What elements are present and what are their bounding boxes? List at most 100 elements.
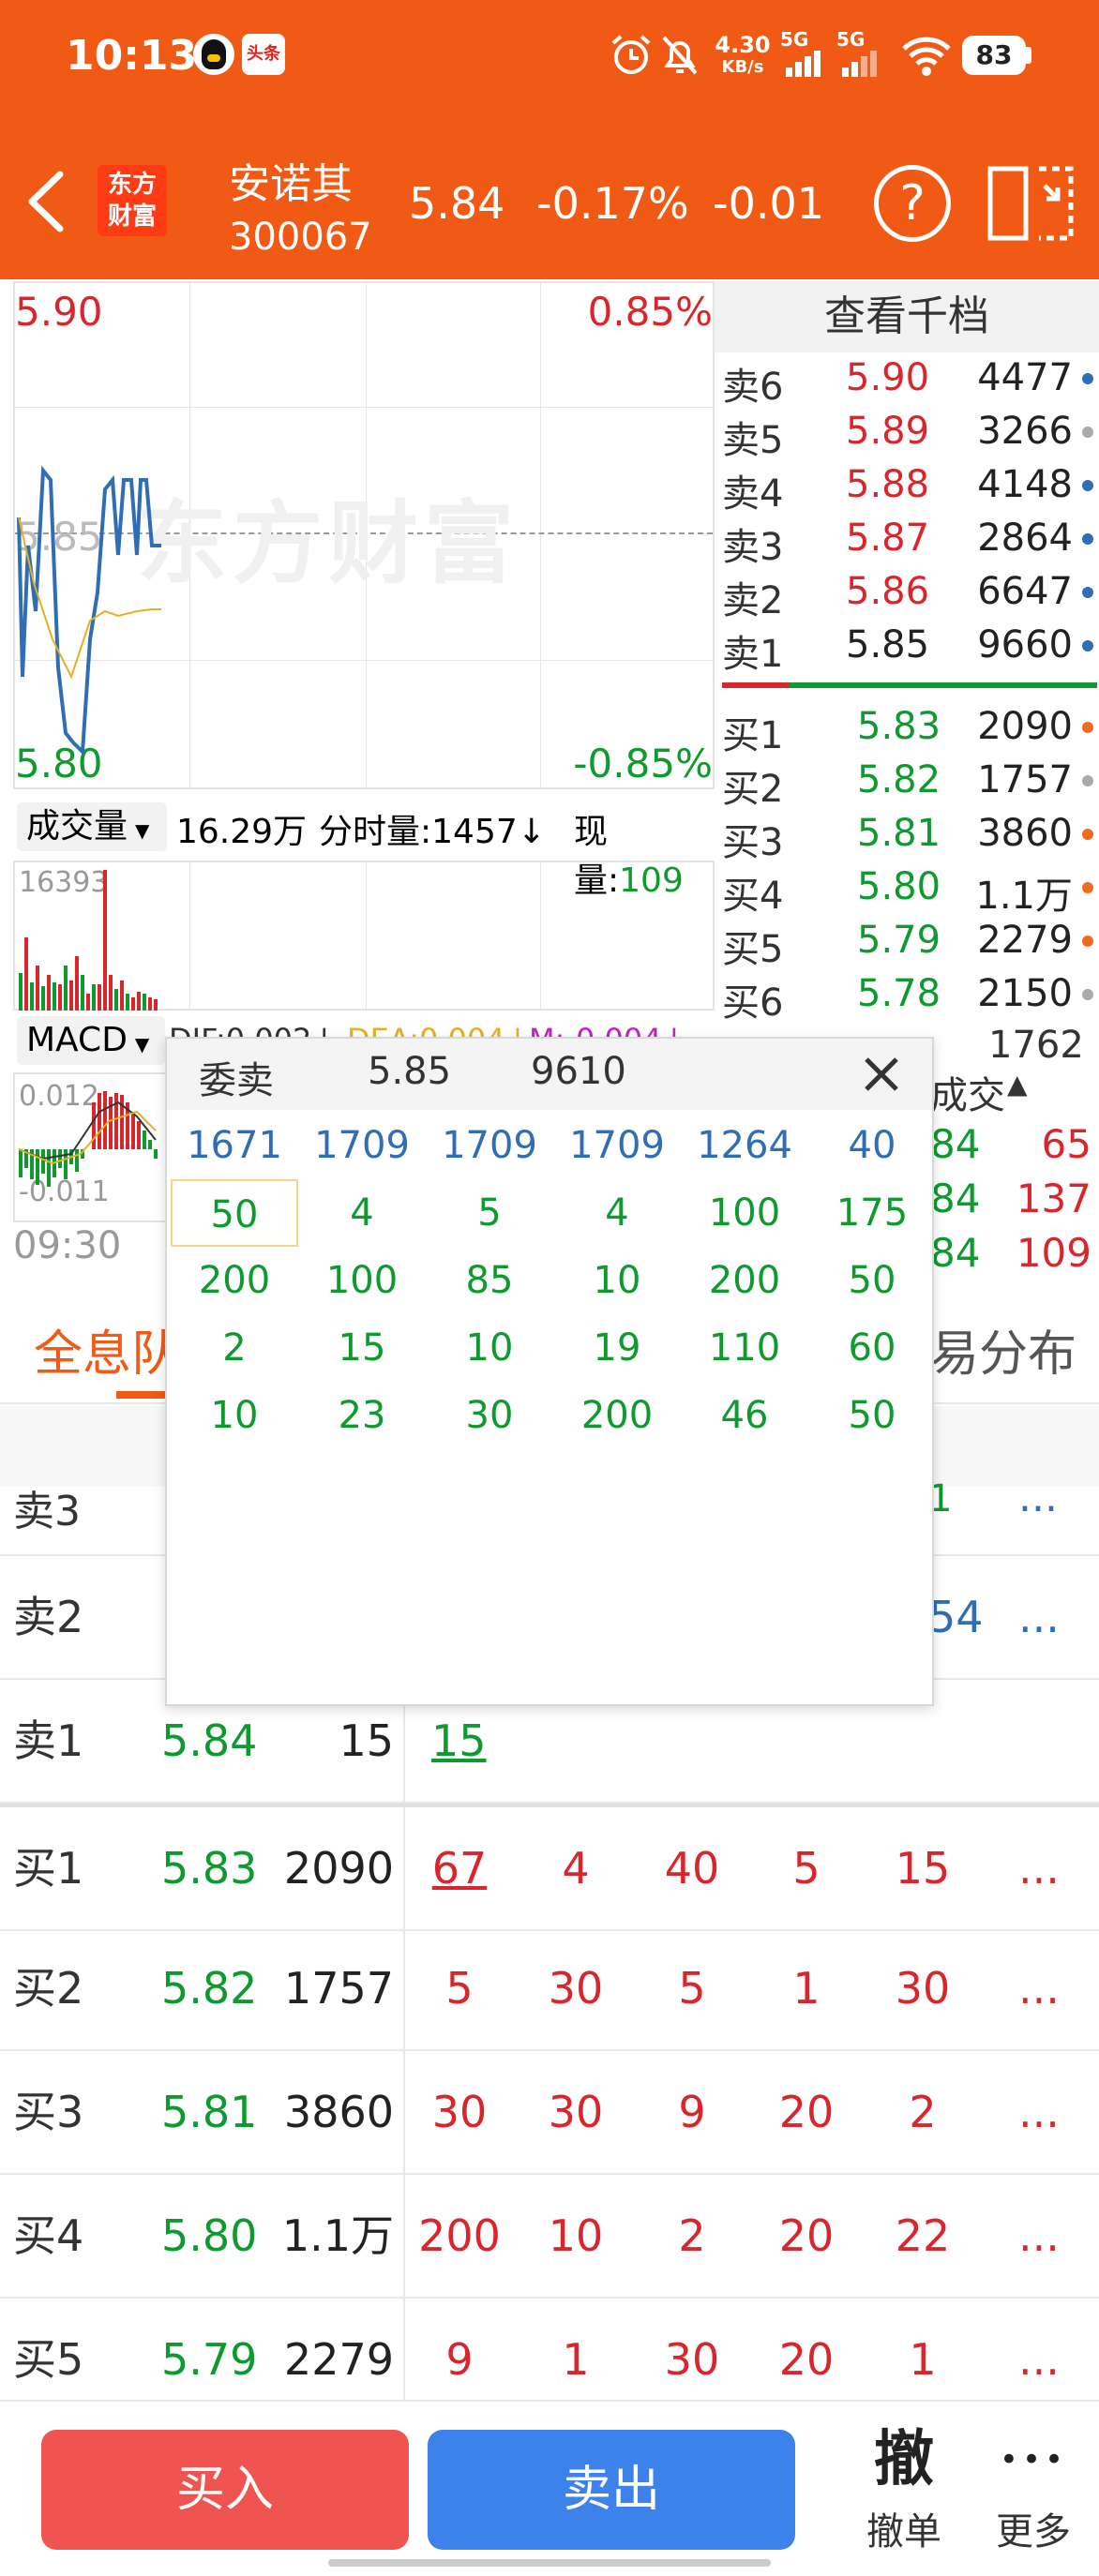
popup-order-cell[interactable]: 50: [171, 1179, 298, 1247]
order-cell[interactable]: 30: [403, 2051, 516, 2173]
ask-row[interactable]: 卖1 5.85 9660: [715, 620, 1099, 676]
order-cell[interactable]: 1: [750, 1927, 863, 2049]
order-cell[interactable]: 200: [403, 2175, 516, 2297]
more-button[interactable]: ...: [1018, 2175, 1060, 2297]
popup-order-cell[interactable]: 60: [808, 1314, 936, 1382]
ask-row[interactable]: 卖5 5.89 3266: [715, 406, 1099, 462]
order-cell[interactable]: 30: [519, 2051, 632, 2173]
ask-row[interactable]: 卖6 5.90 4477: [715, 352, 1099, 409]
order-cell[interactable]: 4: [519, 1807, 632, 1929]
popup-order-cell[interactable]: 200: [553, 1382, 681, 1449]
popup-order-cell[interactable]: 4: [298, 1179, 426, 1247]
popup-order-cell[interactable]: 19: [553, 1314, 681, 1382]
order-cell[interactable]: 30: [866, 1927, 979, 2049]
more-button[interactable]: ...: [1018, 2051, 1060, 2173]
popup-order-cell[interactable]: 40: [808, 1112, 936, 1179]
bid-price: 5.79: [857, 919, 941, 962]
volume-info-bar: 成交量 ▼ 16.29万 分时量:1457↓ 现量:109: [13, 793, 715, 900]
bid-row[interactable]: 买6 5.78 2150: [715, 968, 1099, 1025]
popup-order-cell[interactable]: 1264: [681, 1112, 808, 1179]
bid-label: 买3: [722, 821, 784, 864]
macd-selector[interactable]: MACD ▼: [17, 1016, 165, 1065]
more-button[interactable]: ...: [1018, 1927, 1060, 2049]
popup-order-cell[interactable]: 100: [681, 1179, 808, 1247]
popup-order-cell[interactable]: 110: [681, 1314, 808, 1382]
cancel-order-button[interactable]: 撤 撤单: [848, 2424, 960, 2555]
order-cell[interactable]: 30: [519, 1927, 632, 2049]
popup-order-cell[interactable]: 1709: [298, 1112, 426, 1179]
more-button[interactable]: ...: [1018, 1807, 1060, 1929]
popup-order-cell[interactable]: 1671: [171, 1112, 298, 1179]
popup-order-cell[interactable]: 5: [426, 1179, 553, 1247]
order-cell[interactable]: 9: [636, 2051, 748, 2173]
tab-full-queue[interactable]: 全息队: [34, 1314, 180, 1385]
popup-order-cell[interactable]: 85: [426, 1247, 553, 1314]
popup-order-cell[interactable]: 50: [808, 1247, 936, 1314]
popup-order-cell[interactable]: 10: [171, 1382, 298, 1449]
signal-icon-2: 5G: [836, 30, 893, 79]
order-cell[interactable]: 40: [636, 1807, 748, 1929]
trades-sort-icon[interactable]: ▲: [1007, 1069, 1028, 1100]
bid-row[interactable]: 买2 5.82 1757: [715, 755, 1099, 811]
buy-button[interactable]: 买入: [41, 2430, 409, 2550]
popup-order-cell[interactable]: 30: [426, 1382, 553, 1449]
ask-volume: 9660: [977, 623, 1073, 666]
popup-order-cell[interactable]: 2: [171, 1314, 298, 1382]
ask-label: 卖4: [722, 472, 784, 516]
spread-divider: [0, 1804, 1099, 1807]
sell-button[interactable]: 卖出: [428, 2430, 795, 2550]
popup-order-cell[interactable]: 15: [298, 1314, 426, 1382]
change-percent: -0.17%: [536, 178, 689, 229]
popup-order-cell[interactable]: 50: [808, 1382, 936, 1449]
popup-order-cell[interactable]: 10: [553, 1247, 681, 1314]
more-button[interactable]: ...: [1018, 1474, 1058, 1521]
order-queue-popup: 委卖 5.85 9610 1671 1709 1709 1709 1264 40 50 4 5 4…: [165, 1037, 934, 1706]
bottom-action-bar: 买入 卖出 撤 撤单 ••• 更多: [0, 2400, 1099, 2576]
order-cell[interactable]: 5: [403, 1927, 516, 2049]
popup-order-cell[interactable]: 46: [681, 1382, 808, 1449]
close-icon[interactable]: [861, 1054, 902, 1095]
popup-order-cell[interactable]: 175: [808, 1179, 936, 1247]
volume-selector[interactable]: 成交量 ▼: [17, 802, 167, 851]
popup-order-cell[interactable]: 1709: [426, 1112, 553, 1179]
order-cell[interactable]: 5: [636, 1927, 748, 2049]
bid-row[interactable]: 买4 5.80 1.1万: [715, 861, 1099, 918]
popup-order-cell[interactable]: 200: [681, 1247, 808, 1314]
trades-list: 84 65 84 137 84 109: [930, 1121, 1091, 1276]
order-cell[interactable]: 20: [750, 2175, 863, 2297]
order-cell[interactable]: 22: [866, 2175, 979, 2297]
popup-order-cell[interactable]: 100: [298, 1247, 426, 1314]
back-arrow-icon[interactable]: [24, 169, 68, 234]
help-icon[interactable]: ?: [874, 165, 951, 242]
bid-row[interactable]: 买3 5.81 3860: [715, 808, 1099, 864]
popup-order-cell[interactable]: 23: [298, 1382, 426, 1449]
order-cell[interactable]: 67: [403, 1807, 516, 1929]
book-divider: [403, 1680, 405, 2402]
view-thousand-levels-button[interactable]: 查看千档: [715, 281, 1099, 352]
order-cell[interactable]: 15: [866, 1807, 979, 1929]
landscape-switch-icon[interactable]: [986, 163, 1076, 244]
popup-order-cell[interactable]: 4: [553, 1179, 681, 1247]
more-button[interactable]: ...: [1018, 1556, 1060, 1678]
more-menu-button[interactable]: ••• 更多: [981, 2424, 1086, 2555]
tab-trade-distribution[interactable]: 易分布: [930, 1314, 1076, 1385]
order-cell[interactable]: 2: [636, 2175, 748, 2297]
ask-row[interactable]: 卖2 5.86 6647: [715, 566, 1099, 622]
popup-order-cell[interactable]: 10: [426, 1314, 553, 1382]
intraday-chart[interactable]: 东方财富 5.90 0.85% 5.85 5.80 -0.85%: [13, 281, 715, 789]
popup-order-cell[interactable]: 200: [171, 1247, 298, 1314]
order-cell[interactable]: 20: [750, 2051, 863, 2173]
bid-row[interactable]: 买1 5.83 2090: [715, 701, 1099, 757]
ask-row[interactable]: 卖4 5.88 4148: [715, 459, 1099, 516]
order-cell[interactable]: 2: [866, 2051, 979, 2173]
bid-row[interactable]: 买5 5.79 2279: [715, 915, 1099, 971]
ask-price: 5.87: [846, 517, 930, 560]
ask-row[interactable]: 卖3 5.87 2864: [715, 513, 1099, 569]
qq-icon: [193, 34, 234, 75]
volume-bars: [19, 870, 158, 1011]
order-cell[interactable]: 10: [519, 2175, 632, 2297]
bid-price: 5.82: [857, 758, 941, 801]
order-cell[interactable]: 5: [750, 1807, 863, 1929]
eastmoney-logo: 东方财富: [98, 165, 167, 236]
popup-order-cell[interactable]: 1709: [553, 1112, 681, 1179]
